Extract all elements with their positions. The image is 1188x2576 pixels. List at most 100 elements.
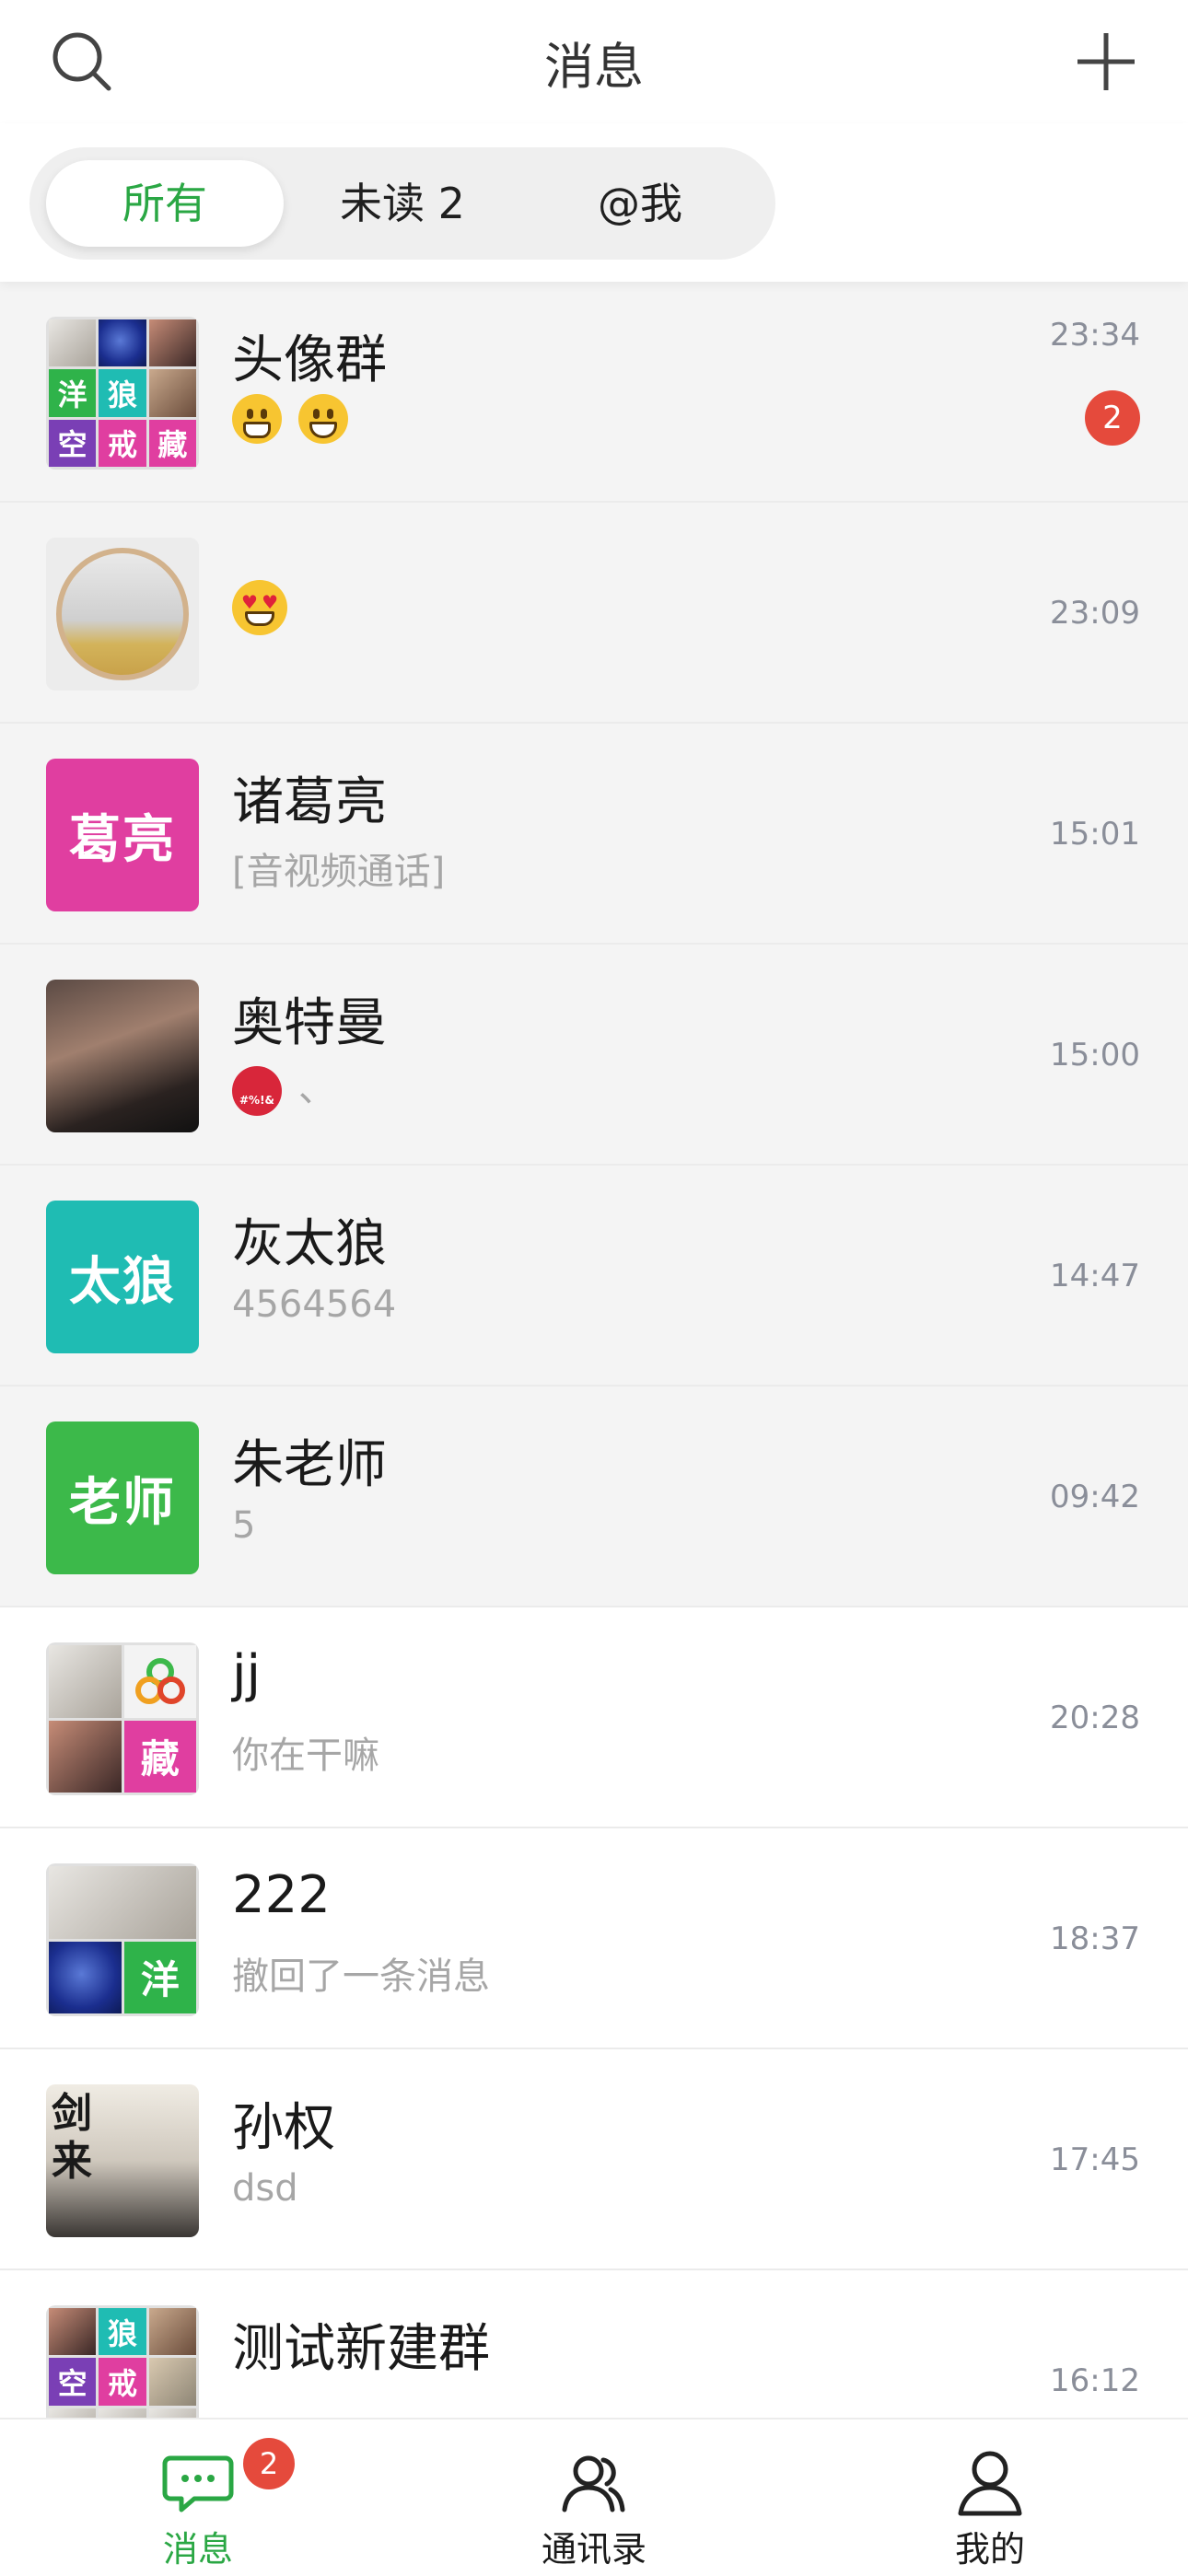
contacts-icon <box>562 2455 625 2512</box>
avatar-cell: 狼 <box>99 369 146 417</box>
avatar-photo <box>99 2408 146 2418</box>
avatar-photo <box>148 2408 196 2418</box>
message-time: 09:42 <box>1050 1479 1140 1515</box>
grimacing-emoji-icon <box>232 394 282 444</box>
message-time: 17:45 <box>1050 2141 1140 2178</box>
filter-tab-all[interactable]: 所有 <box>46 160 284 247</box>
avatar-photo <box>56 548 189 680</box>
filter-tab-unread[interactable]: 未读 2 <box>284 147 521 260</box>
avatar-photo <box>148 2308 196 2356</box>
avatar: 剑来 <box>46 2084 199 2237</box>
preview-text: 、 <box>298 1068 335 1110</box>
avatar-photo: 剑来 <box>46 2084 199 2237</box>
top-bar: 消息 <box>0 0 1188 124</box>
avatar-cell: 洋 <box>49 369 97 417</box>
tab-messages[interactable]: 2 消息 <box>0 2419 396 2576</box>
avatar-initials: 老师 <box>46 1421 199 1574</box>
heart-eyes-emoji-icon: ♥ ♥ <box>232 580 287 635</box>
message-preview: 你在干嘛 <box>232 1735 379 1777</box>
avatar-photo <box>99 319 146 367</box>
message-preview: 4564564 <box>232 1283 397 1326</box>
tab-contacts[interactable]: 通讯录 <box>396 2419 792 2576</box>
filter-segmented-control: 所有 未读 2 @我 <box>29 147 775 260</box>
tab-profile[interactable]: 我的 <box>792 2419 1188 2576</box>
avatar-photo <box>49 319 97 367</box>
message-time: 23:34 <box>1050 317 1140 354</box>
conversation-name: 测试新建群 <box>232 2319 490 2379</box>
message-preview: 5 <box>232 1504 256 1547</box>
avatar-cell: 戒 <box>99 419 146 467</box>
avatar-cell: 空 <box>49 419 97 467</box>
tab-badge: 2 <box>243 2438 295 2489</box>
conversation-row[interactable]: ♥ ♥ 23:09 <box>0 503 1188 724</box>
conversation-name: 灰太狼 <box>232 1214 387 1274</box>
conversation-row[interactable]: 藏 jj 你在干嘛 20:28 <box>0 1607 1188 1828</box>
avatar-photo <box>49 1866 196 1939</box>
avatar-cell: 空 <box>49 2358 97 2406</box>
conversation-row[interactable]: 老师 朱老师 5 09:42 <box>0 1387 1188 1607</box>
group-avatar: 洋 狼 空 戒 藏 <box>46 317 199 470</box>
message-time: 23:09 <box>1050 595 1140 632</box>
message-time: 15:00 <box>1050 1037 1140 1073</box>
bottom-tab-bar: 2 消息 通讯录 我的 <box>0 2418 1188 2576</box>
tab-label: 通讯录 <box>541 2529 646 2570</box>
avatar <box>46 538 199 690</box>
conversation-row[interactable]: 洋 狼 空 戒 藏 头像群 23:34 2 <box>0 282 1188 503</box>
conversation-name: 孙权 <box>232 2098 335 2158</box>
tab-label: 消息 <box>162 2529 233 2570</box>
logo-icon <box>123 1645 196 1718</box>
message-time: 15:01 <box>1050 816 1140 853</box>
avatar-cell: 狼 <box>99 2308 146 2356</box>
avatar-photo <box>46 980 199 1132</box>
avatar-cell: 藏 <box>148 419 196 467</box>
avatar-cell: 藏 <box>123 1720 196 1793</box>
avatar: 葛亮 <box>46 759 199 911</box>
avatar-cell: 洋 <box>123 1941 196 2013</box>
avatar-photo <box>49 2308 97 2356</box>
conversation-row[interactable]: 狼 空 戒 测试新建群 16:12 <box>0 2270 1188 2418</box>
group-avatar: 藏 <box>46 1642 199 1795</box>
avatar-initials: 太狼 <box>46 1201 199 1353</box>
grin-emoji-icon <box>298 394 348 444</box>
filter-tab-mentions[interactable]: @我 <box>521 147 759 260</box>
conversation-row[interactable]: 剑来 孙权 dsd 17:45 <box>0 2049 1188 2270</box>
chat-icon <box>162 2455 234 2512</box>
message-time: 16:12 <box>1050 2362 1140 2399</box>
avatar-photo <box>49 1941 122 2013</box>
poster-title: 剑来 <box>52 2090 92 2185</box>
message-time: 14:47 <box>1050 1258 1140 1294</box>
group-avatar: 洋 <box>46 1863 199 2016</box>
avatar-photo <box>49 2408 97 2418</box>
message-time: 20:28 <box>1050 1700 1140 1736</box>
group-avatar: 狼 空 戒 <box>46 2305 199 2418</box>
conversation-row[interactable]: 洋 222 撤回了一条消息 18:37 <box>0 1828 1188 2049</box>
unread-badge: 2 <box>1085 390 1140 446</box>
message-preview: dsd <box>232 2167 298 2210</box>
page-title: 消息 <box>544 38 644 96</box>
avatar-photo <box>148 369 196 417</box>
avatar-photo <box>49 1720 122 1793</box>
conversation-name: 奥特曼 <box>232 993 387 1053</box>
conversation-row[interactable]: 葛亮 诸葛亮 [音视频通话] 15:01 <box>0 724 1188 945</box>
message-preview <box>232 394 365 444</box>
conversation-row[interactable]: 太狼 灰太狼 4564564 14:47 <box>0 1166 1188 1387</box>
message-preview: [音视频通话] <box>232 851 446 893</box>
avatar <box>46 980 199 1132</box>
cursing-emoji-icon: #%!& <box>232 1066 282 1116</box>
avatar-photo <box>148 2358 196 2406</box>
tab-label: 我的 <box>954 2529 1025 2570</box>
message-time: 18:37 <box>1050 1920 1140 1957</box>
avatar-cell: 戒 <box>99 2358 146 2406</box>
avatar-initials: 葛亮 <box>46 759 199 911</box>
conversation-row[interactable]: 奥特曼 #%!& 、 15:00 <box>0 945 1188 1166</box>
conversation-name: 222 <box>232 1865 331 1925</box>
conversation-name: 头像群 <box>232 331 387 390</box>
avatar: 太狼 <box>46 1201 199 1353</box>
conversation-list: 洋 狼 空 戒 藏 头像群 23:34 2 ♥ ♥ 23:09 葛亮 诸葛亮 [… <box>0 282 1188 2418</box>
plus-icon[interactable] <box>1072 28 1140 96</box>
filter-bar: 所有 未读 2 @我 <box>0 123 1188 282</box>
conversation-name: 朱老师 <box>232 1435 387 1495</box>
conversation-name: 诸葛亮 <box>232 772 387 832</box>
avatar: 老师 <box>46 1421 199 1574</box>
message-preview: #%!& 、 <box>232 1059 335 1116</box>
